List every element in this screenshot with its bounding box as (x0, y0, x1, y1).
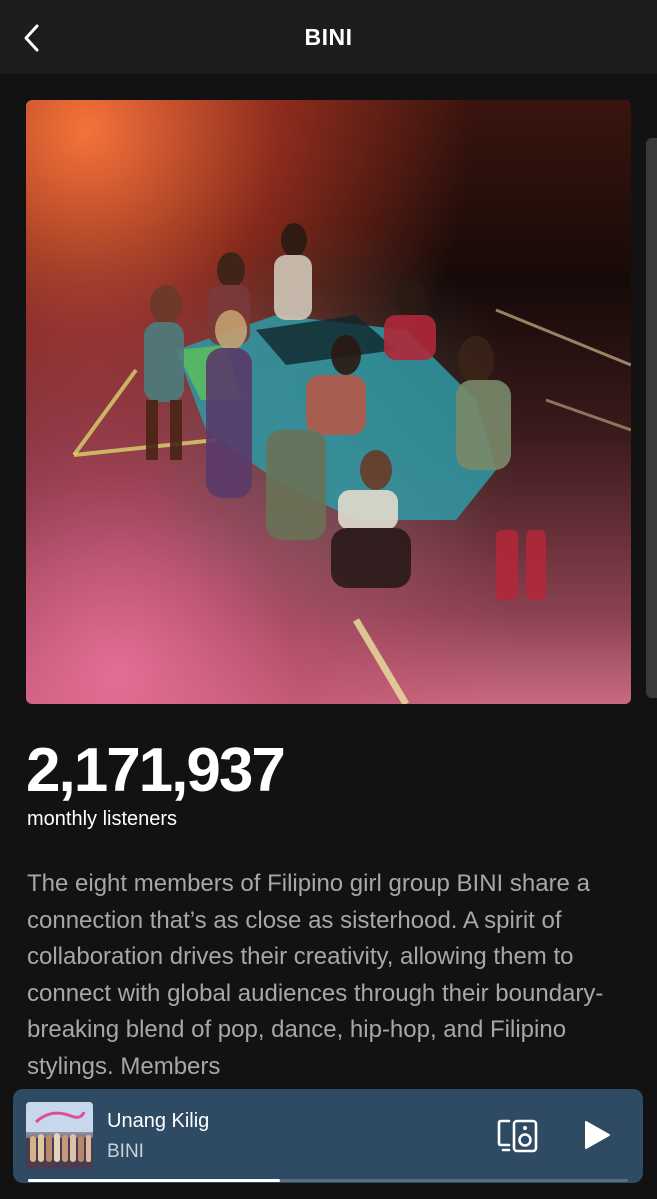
play-icon (585, 1121, 610, 1149)
artist-image (26, 100, 631, 704)
scroll-indicator[interactable] (646, 138, 657, 698)
top-bar: BINI (0, 0, 657, 74)
play-button[interactable] (577, 1117, 617, 1153)
track-title[interactable]: Unang Kilig (107, 1110, 209, 1133)
monthly-listeners-count: 2,171,937 (26, 736, 286, 805)
connect-device-icon (497, 1119, 538, 1153)
artist-bio[interactable]: The eight members of Filipino girl group… (27, 866, 637, 1086)
playback-progress-bar[interactable] (28, 1179, 628, 1182)
album-art (26, 1102, 93, 1169)
page-title: BINI (304, 24, 353, 50)
connect-device-button[interactable] (497, 1117, 541, 1153)
playback-progress-fill (28, 1179, 280, 1182)
album-cover (26, 1102, 93, 1169)
monthly-listeners-label: monthly listeners (27, 808, 178, 830)
mini-player[interactable]: Unang Kilig BINI (13, 1089, 643, 1183)
artist-photo (72, 223, 631, 704)
track-artist[interactable]: BINI (107, 1141, 144, 1163)
